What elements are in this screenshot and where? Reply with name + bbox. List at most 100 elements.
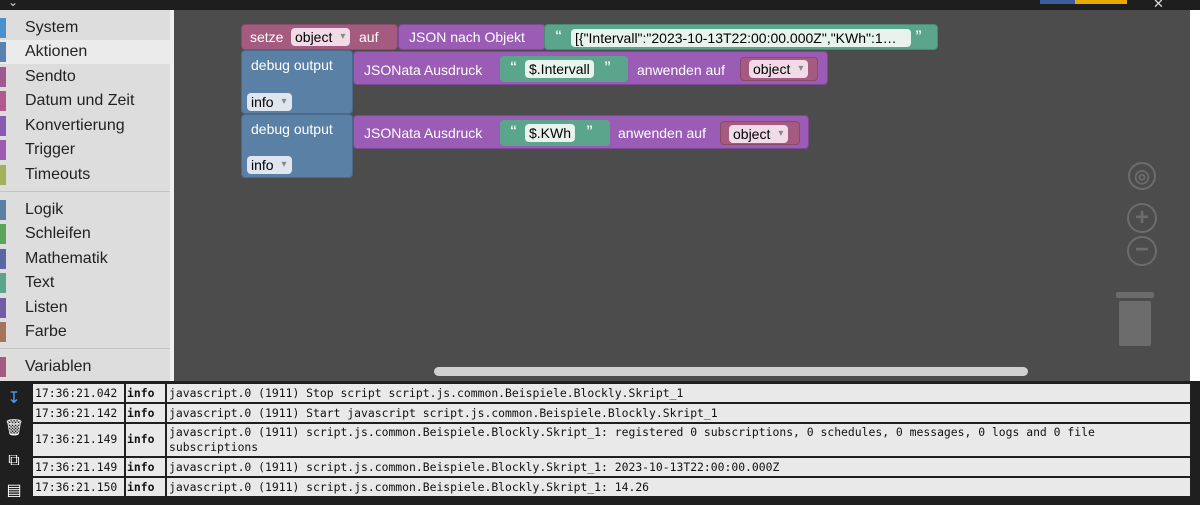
- apply-to-label: anwenden auf: [637, 62, 725, 78]
- category-label: Variablen: [25, 358, 92, 375]
- log-timestamp: 17:36:21.142: [35, 406, 118, 420]
- category-label: Timeouts: [25, 166, 91, 183]
- target-icon[interactable]: ◎: [1128, 162, 1156, 190]
- workspace-edge: [1190, 10, 1200, 381]
- variable-dropdown[interactable]: object: [749, 60, 809, 78]
- debug-output-label: debug output: [251, 57, 333, 73]
- expression-field[interactable]: $.KWh: [525, 124, 576, 142]
- toolbar-accent-blue[interactable]: [1040, 0, 1078, 4]
- debug-output-block[interactable]: debug output info: [241, 114, 353, 178]
- category-color: [0, 200, 6, 220]
- trash-icon[interactable]: [1116, 292, 1154, 346]
- jsonata-block[interactable]: JSONata Ausdruck “ $.Intervall ” anwende…: [353, 51, 828, 85]
- log-message: javascript.0 (1911) Stop script script.j…: [169, 386, 684, 400]
- set-variable-block[interactable]: setze object auf: [241, 24, 398, 50]
- category-color: [0, 165, 6, 185]
- category-aktionen[interactable]: Aktionen: [0, 40, 170, 64]
- quote-open-icon: “: [510, 122, 517, 138]
- log-message: javascript.0 (1911) script.js.common.Bei…: [169, 425, 1095, 454]
- category-mathematik[interactable]: Mathematik: [0, 247, 170, 271]
- category-datum-und-zeit[interactable]: Datum und Zeit: [0, 89, 170, 113]
- log-row: 17:36:21.149 info javascript.0 (1911) sc…: [33, 424, 1190, 456]
- toolbox: System Aktionen Sendto Datum und Zeit Ko…: [0, 10, 174, 381]
- trash-lid: [1116, 292, 1154, 298]
- toolbox-separator: [0, 191, 170, 192]
- category-color: [0, 298, 6, 318]
- category-label: System: [25, 19, 79, 36]
- trash-body: [1119, 301, 1151, 346]
- log-level-dropdown[interactable]: info: [247, 93, 292, 111]
- category-listen[interactable]: Listen: [0, 296, 170, 320]
- text-block[interactable]: “ $.Intervall ”: [500, 56, 628, 82]
- category-label: Listen: [25, 299, 68, 316]
- category-color: [0, 67, 6, 87]
- text-block[interactable]: “ $.KWh ”: [500, 120, 610, 146]
- category-label: Aktionen: [25, 43, 88, 60]
- variable-dropdown[interactable]: object: [729, 125, 789, 143]
- expression-field[interactable]: $.Intervall: [525, 60, 594, 78]
- json-text-field[interactable]: [{"Intervall":"2023-10-13T22:00:00.000Z"…: [571, 29, 911, 47]
- category-color: [0, 91, 6, 111]
- category-color: [0, 273, 6, 293]
- variable-get-block[interactable]: object: [720, 121, 800, 145]
- category-sendto[interactable]: Sendto: [0, 65, 170, 89]
- category-label: Sendto: [25, 68, 76, 85]
- category-color: [0, 322, 6, 342]
- category-trigger[interactable]: Trigger: [0, 138, 170, 162]
- log-timestamp: 17:36:21.042: [35, 386, 118, 400]
- toolbar-accent-gold[interactable]: [1075, 0, 1127, 4]
- category-timeouts[interactable]: Timeouts: [0, 163, 170, 187]
- workspace-horizontal-scrollbar[interactable]: [434, 367, 1028, 376]
- clear-log-icon[interactable]: 🗑: [4, 419, 24, 439]
- json-to-object-block[interactable]: JSON nach Objekt: [398, 24, 546, 50]
- debug-output-block[interactable]: debug output info: [241, 50, 353, 114]
- log-level: info: [127, 406, 155, 420]
- category-text[interactable]: Text: [0, 271, 170, 295]
- category-color: [0, 116, 6, 136]
- category-system[interactable]: System: [0, 16, 170, 40]
- category-color: [0, 140, 6, 160]
- jsonata-label: JSONata Ausdruck: [364, 125, 483, 141]
- log-level: info: [127, 432, 155, 446]
- zoom-out-icon[interactable]: −: [1127, 236, 1157, 266]
- quote-open-icon: “: [510, 58, 517, 74]
- category-farbe[interactable]: Farbe: [0, 320, 170, 344]
- log-row: 17:36:21.149 info javascript.0 (1911) sc…: [33, 458, 1190, 476]
- quote-close-icon: ”: [604, 58, 611, 74]
- category-logik[interactable]: Logik: [0, 198, 170, 222]
- category-label: Logik: [25, 201, 64, 218]
- toolbox-separator: [0, 348, 170, 349]
- log-row: 17:36:21.142 info javascript.0 (1911) St…: [33, 404, 1190, 422]
- blockly-editor: ⌄ ✕ System Aktionen Sendto Datum und Zei…: [0, 0, 1200, 505]
- category-schleifen[interactable]: Schleifen: [0, 222, 170, 246]
- apply-to-label: anwenden auf: [618, 125, 706, 141]
- zoom-in-icon[interactable]: +: [1127, 203, 1157, 233]
- category-label: Konvertierung: [25, 117, 125, 134]
- json-to-object-label: JSON nach Objekt: [409, 29, 525, 45]
- log-message: javascript.0 (1911) Start javascript scr…: [169, 406, 718, 420]
- log-level: info: [127, 386, 155, 400]
- menu-icon[interactable]: ▤: [4, 481, 24, 501]
- category-label: Mathematik: [25, 250, 108, 267]
- log-message: javascript.0 (1911) script.js.common.Bei…: [169, 480, 650, 494]
- quote-close-icon: ”: [915, 27, 922, 43]
- chevron-down-icon[interactable]: ⌄: [8, 0, 20, 8]
- top-toolbar: ⌄ ✕: [0, 0, 1200, 11]
- jsonata-label: JSONata Ausdruck: [364, 62, 483, 78]
- log-toolbar: ↧ 🗑 ⧉ ▤: [0, 381, 30, 505]
- variable-dropdown[interactable]: object: [291, 28, 351, 46]
- copy-icon[interactable]: ⧉: [4, 451, 24, 471]
- log-level-dropdown[interactable]: info: [247, 156, 292, 174]
- log-timestamp: 17:36:21.149: [35, 460, 118, 474]
- category-variablen[interactable]: Variablen: [0, 355, 170, 379]
- jsonata-block[interactable]: JSONata Ausdruck “ $.KWh ” anwenden auf …: [353, 115, 809, 149]
- category-label: Trigger: [25, 141, 76, 158]
- quote-close-icon: ”: [586, 122, 593, 138]
- category-konvertierung[interactable]: Konvertierung: [0, 114, 170, 138]
- log-level: info: [127, 480, 155, 494]
- debug-output-label: debug output: [251, 121, 333, 137]
- variable-get-block[interactable]: object: [740, 57, 818, 81]
- text-block[interactable]: “ [{"Intervall":"2023-10-13T22:00:00.000…: [544, 24, 938, 50]
- quote-open-icon: “: [555, 27, 562, 43]
- scroll-down-icon[interactable]: ↧: [4, 389, 24, 409]
